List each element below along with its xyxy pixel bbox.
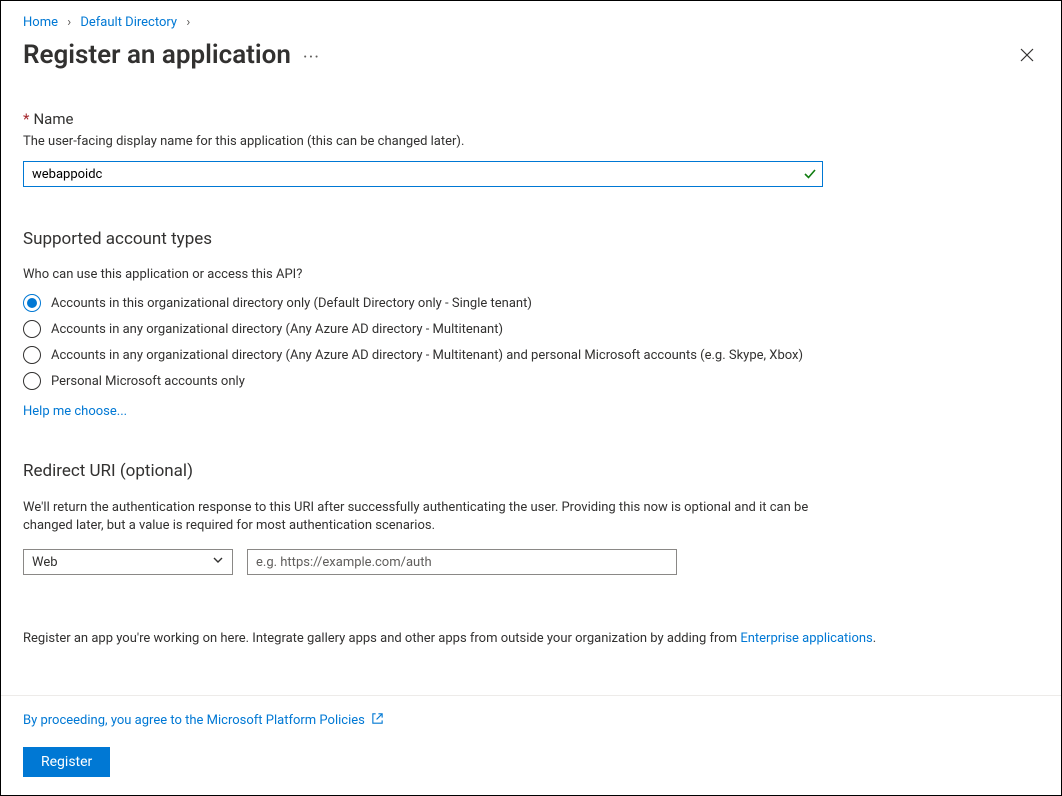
breadcrumb-directory[interactable]: Default Directory [80,15,177,30]
chevron-right-icon: › [186,15,190,30]
help-me-choose-link[interactable]: Help me choose... [23,404,127,419]
platform-policies-link[interactable]: By proceeding, you agree to the Microsof… [23,713,365,728]
close-button[interactable] [1015,43,1039,67]
name-help-text: The user-facing display name for this ap… [23,134,1039,149]
page-title: Register an application [23,40,291,70]
name-label: *Name [23,110,1039,128]
redirect-uri-heading: Redirect URI (optional) [23,461,1039,481]
account-type-multitenant-personal[interactable]: Accounts in any organizational directory… [23,346,1039,364]
account-type-personal-only[interactable]: Personal Microsoft accounts only [23,372,1039,390]
enterprise-applications-link[interactable]: Enterprise applications [740,631,872,646]
chevron-down-icon [212,554,224,570]
chevron-right-icon: › [67,15,71,30]
footer-divider [1,695,1061,696]
breadcrumb-home[interactable]: Home [23,15,58,30]
external-link-icon [371,712,384,729]
required-marker: * [23,110,29,128]
register-note: Register an app you're working on here. … [23,631,1039,646]
more-actions-icon[interactable]: ··· [303,43,320,67]
radio-icon [23,346,41,364]
account-types-heading: Supported account types [23,229,1039,249]
platform-select-value: Web [32,555,58,570]
breadcrumb: Home › Default Directory › [23,15,1039,30]
redirect-uri-description: We'll return the authentication response… [23,499,843,535]
account-type-multitenant[interactable]: Accounts in any organizational directory… [23,320,1039,338]
platform-select[interactable]: Web [23,549,233,575]
checkmark-icon [803,167,817,181]
account-types-question: Who can use this application or access t… [23,267,1039,282]
radio-icon [23,320,41,338]
account-type-single-tenant[interactable]: Accounts in this organizational director… [23,294,1039,312]
name-input[interactable] [23,161,823,187]
redirect-uri-input[interactable] [247,549,677,575]
radio-icon [23,372,41,390]
close-icon [1020,48,1034,62]
register-button[interactable]: Register [23,747,110,777]
radio-icon [23,294,41,312]
